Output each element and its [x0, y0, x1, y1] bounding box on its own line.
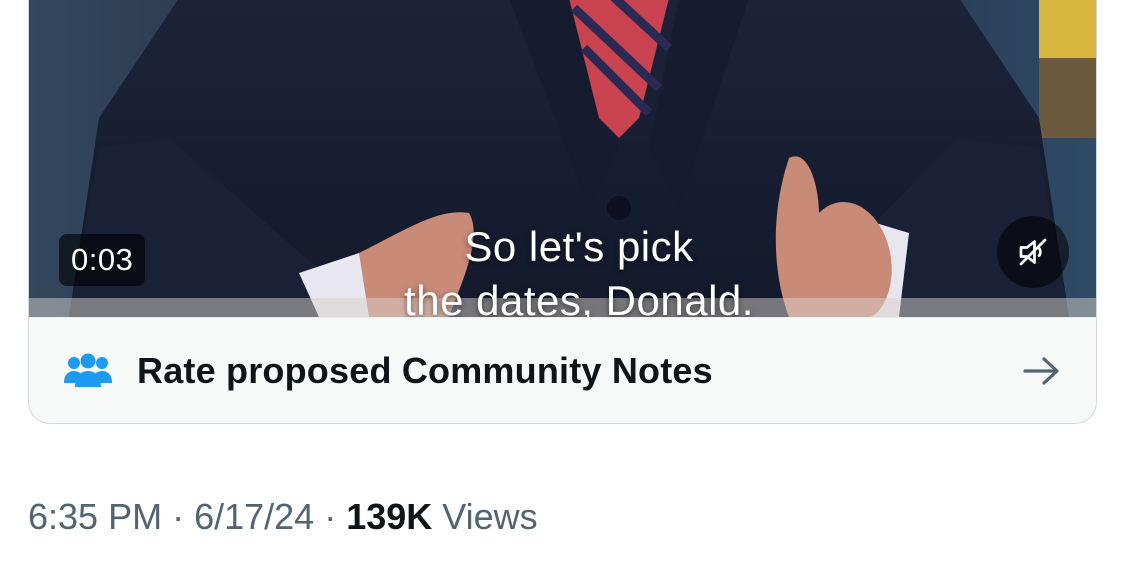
rate-community-notes-link[interactable]: Rate proposed Community Notes [29, 317, 1096, 423]
caption-line-2: the dates, Donald. [404, 277, 754, 317]
caption-line-1: So let's pick [464, 223, 694, 270]
meta-separator: · [314, 496, 347, 537]
people-group-icon [63, 351, 113, 391]
arrow-right-icon [1020, 349, 1064, 393]
views-count: 139K [346, 496, 433, 537]
tweet-media-card: 0:03 So let's pick the dates, Donald. Ra… [28, 0, 1097, 424]
tweet-metadata: 6:35 PM · 6/17/24 · 139K Views [28, 496, 538, 538]
video-caption: So let's pick the dates, Donald. [319, 220, 839, 317]
tweet-time[interactable]: 6:35 PM [28, 496, 162, 537]
tweet-date[interactable]: 6/17/24 [194, 496, 314, 537]
views-label: Views [432, 496, 538, 537]
video-timestamp: 0:03 [59, 234, 146, 286]
video-player[interactable]: 0:03 So let's pick the dates, Donald. [29, 0, 1096, 317]
mute-toggle-button[interactable] [997, 216, 1069, 288]
speaker-muted-icon [1019, 238, 1047, 266]
rate-community-notes-label: Rate proposed Community Notes [137, 349, 713, 391]
meta-separator: · [162, 496, 195, 537]
